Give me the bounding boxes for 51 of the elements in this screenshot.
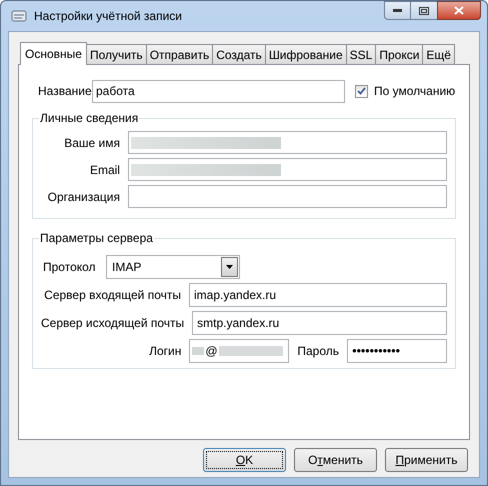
window-title: Настройки учётной записи: [34, 8, 182, 25]
field-label: Пароль: [297, 343, 339, 360]
text-field[interactable]: imap.yandex.ru: [189, 283, 447, 307]
dialog-button[interactable]: Применить: [385, 448, 468, 472]
checkmark-icon: [357, 87, 366, 95]
tab[interactable]: Создать: [213, 44, 266, 64]
caret-icon: [226, 265, 233, 269]
field-label: Ваше имя: [63, 134, 120, 152]
maximize-icon: [419, 6, 429, 14]
maximize-button[interactable]: [411, 1, 437, 20]
tab[interactable]: Основные: [20, 42, 87, 65]
field-label: Логин: [149, 343, 182, 360]
dialog-button[interactable]: OK: [203, 448, 286, 472]
login-field[interactable]: @: [189, 339, 290, 363]
protocol-dropdown[interactable]: IMAP: [106, 255, 240, 279]
close-button[interactable]: [437, 1, 481, 20]
password-field[interactable]: ●●●●●●●●●●●: [347, 339, 447, 363]
checkbox-label: По умолчанию: [374, 83, 456, 100]
dialog-button[interactable]: Отменить: [294, 448, 377, 472]
field-value: работа: [96, 83, 135, 100]
tab[interactable]: Получить: [86, 44, 147, 64]
group-title: Личные сведения: [39, 111, 140, 125]
field-label: Email: [88, 162, 120, 178]
group-title: Параметры сервера: [39, 231, 154, 245]
text-field[interactable]: [128, 185, 447, 208]
field-value: imap.yandex.ru: [194, 287, 276, 304]
text-field[interactable]: smtp.yandex.ru: [192, 311, 447, 335]
field-label: Сервер исходящей почты: [41, 315, 184, 332]
redacted-text: [218, 346, 283, 356]
tab[interactable]: Отправить: [146, 44, 214, 64]
tab[interactable]: SSL: [346, 44, 376, 64]
close-icon: [454, 6, 464, 15]
text-field[interactable]: [128, 131, 447, 154]
tab[interactable]: Шифрование: [266, 44, 347, 64]
field-value: @: [205, 343, 218, 360]
field-label: Сервер входящей почты: [44, 287, 181, 304]
name-field[interactable]: работа: [92, 80, 345, 102]
minimize-button[interactable]: [384, 1, 411, 20]
field-label: Организация: [46, 188, 120, 206]
text-field[interactable]: [128, 158, 447, 181]
field-label: Протокол: [43, 259, 97, 276]
dropdown-value: IMAP: [112, 259, 142, 276]
app-icon: [11, 9, 27, 23]
redacted-text: [192, 347, 204, 355]
field-value: ●●●●●●●●●●●: [352, 345, 400, 357]
default-checkbox[interactable]: [355, 84, 368, 98]
field-label: Название: [38, 83, 92, 100]
field-value: smtp.yandex.ru: [197, 315, 280, 332]
tab[interactable]: Ещё: [423, 44, 455, 64]
minimize-icon: [393, 9, 402, 12]
tab[interactable]: Прокси: [376, 44, 424, 64]
